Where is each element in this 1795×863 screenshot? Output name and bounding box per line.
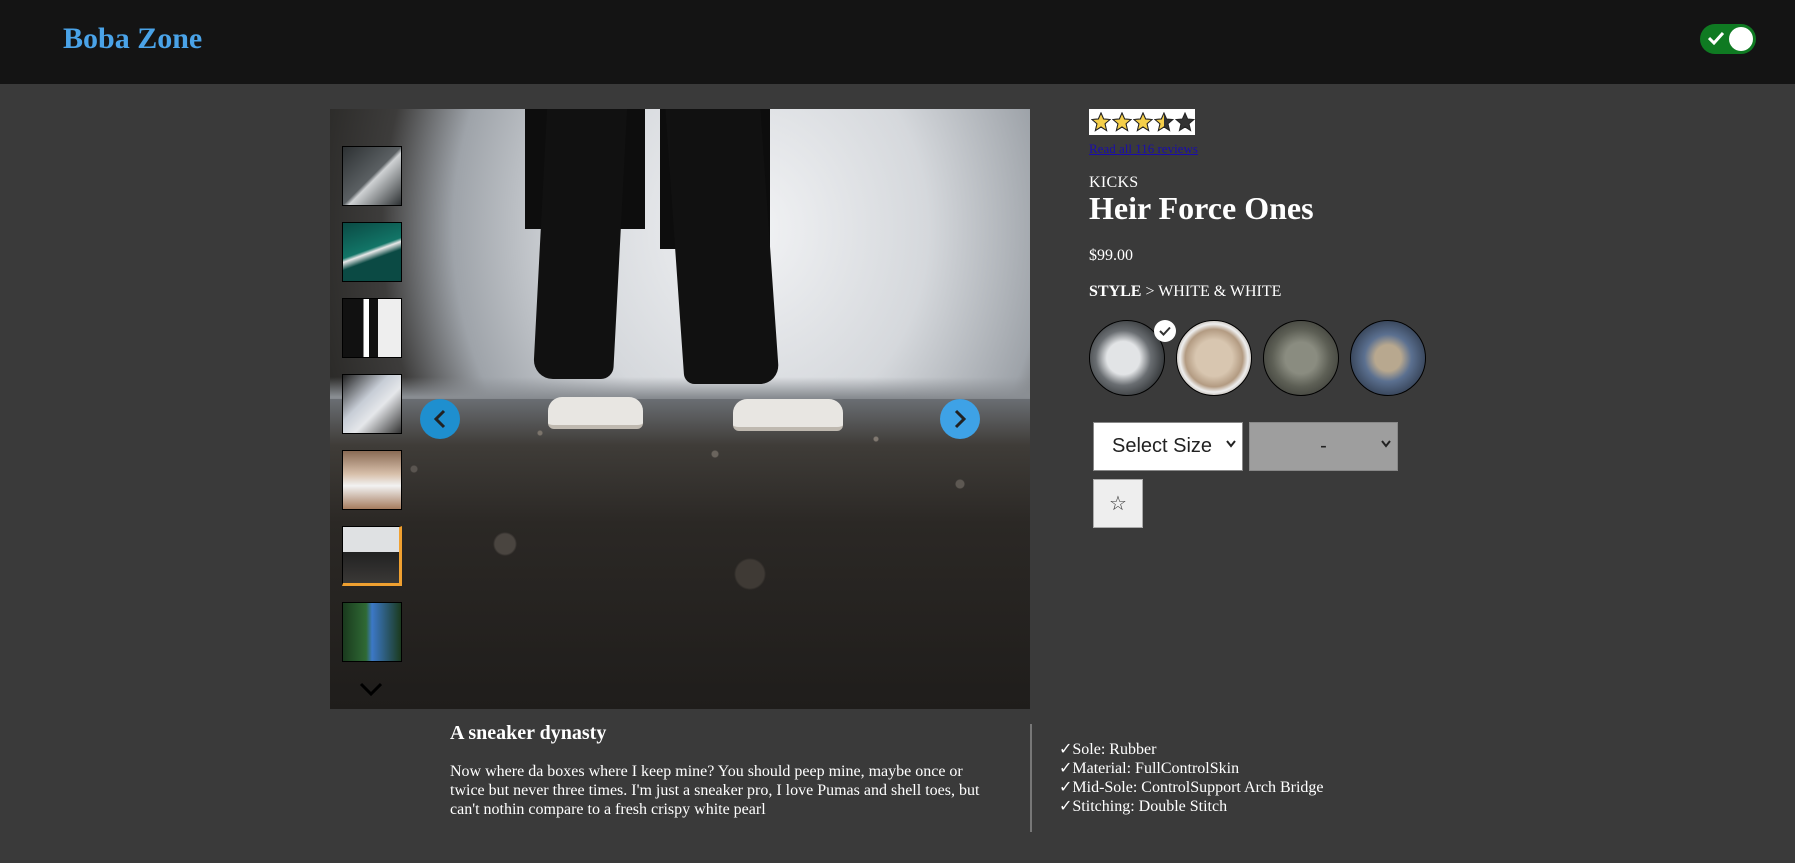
- chevron-left-icon: [433, 409, 446, 429]
- star-icon: [1154, 112, 1174, 132]
- feature-item: ✓Mid-Sole: ControlSupport Arch Bridge: [1059, 779, 1324, 796]
- thumbnail-4[interactable]: [342, 374, 402, 434]
- star-icon: [1175, 112, 1195, 132]
- quantity-select[interactable]: -: [1249, 422, 1398, 471]
- read-reviews-link[interactable]: Read all 116 reviews: [1089, 141, 1198, 157]
- quantity-select-value: -: [1320, 435, 1327, 457]
- shoe-image: [548, 397, 643, 429]
- chevron-right-icon: [954, 409, 967, 429]
- size-select-value: Select Size: [1112, 435, 1213, 457]
- toggle-knob: [1729, 27, 1753, 51]
- thumbnail-2[interactable]: [342, 222, 402, 282]
- feature-item: ✓Stitching: Double Stitch: [1059, 798, 1228, 815]
- product-price: $99.00: [1089, 247, 1133, 264]
- feature-list: ✓Sole: Rubber ✓Material: FullControlSkin…: [1059, 740, 1324, 816]
- style-label: STYLE: [1089, 283, 1142, 300]
- thumbnail-5[interactable]: [342, 450, 402, 510]
- top-bar: Boba Zone: [0, 0, 1795, 84]
- style-selector-label: STYLE > WHITE & WHITE: [1089, 283, 1281, 301]
- star-icon: [1133, 112, 1153, 132]
- thumbnail-6[interactable]: [342, 526, 402, 586]
- shoe-image: [733, 399, 843, 431]
- theme-toggle[interactable]: [1700, 24, 1756, 54]
- check-icon: [1708, 31, 1724, 45]
- style-swatch-4[interactable]: [1350, 320, 1426, 396]
- chevron-down-icon[interactable]: [359, 682, 383, 696]
- style-separator: >: [1141, 283, 1159, 300]
- star-rating: [1089, 109, 1195, 135]
- thumbnail-3[interactable]: [342, 298, 402, 358]
- chevron-down-icon: [1226, 440, 1236, 448]
- style-value: WHITE & WHITE: [1158, 283, 1282, 300]
- star-outline-icon: ☆: [1109, 493, 1127, 515]
- thumbnail-7[interactable]: [342, 602, 402, 662]
- size-select[interactable]: Select Size: [1093, 422, 1243, 471]
- feature-item: ✓Sole: Rubber: [1059, 741, 1157, 758]
- product-title: Heir Force Ones: [1089, 190, 1314, 226]
- divider: [1030, 724, 1032, 832]
- product-image-gallery[interactable]: [330, 109, 1030, 709]
- favorite-button[interactable]: ☆: [1093, 479, 1143, 528]
- star-icon: [1112, 112, 1132, 132]
- thumbnail-1[interactable]: [342, 146, 402, 206]
- brand-logo[interactable]: Boba Zone: [63, 22, 202, 56]
- description-heading: A sneaker dynasty: [450, 722, 607, 744]
- next-image-button[interactable]: [940, 399, 980, 439]
- selected-check-icon: [1154, 320, 1176, 342]
- description-body: Now where da boxes where I keep mine? Yo…: [450, 763, 980, 818]
- feature-item: ✓Material: FullControlSkin: [1059, 760, 1240, 777]
- style-swatch-2[interactable]: [1176, 320, 1252, 396]
- star-icon: [1091, 112, 1111, 132]
- style-swatch-3[interactable]: [1263, 320, 1339, 396]
- chevron-down-icon: [1381, 440, 1391, 448]
- previous-image-button[interactable]: [420, 399, 460, 439]
